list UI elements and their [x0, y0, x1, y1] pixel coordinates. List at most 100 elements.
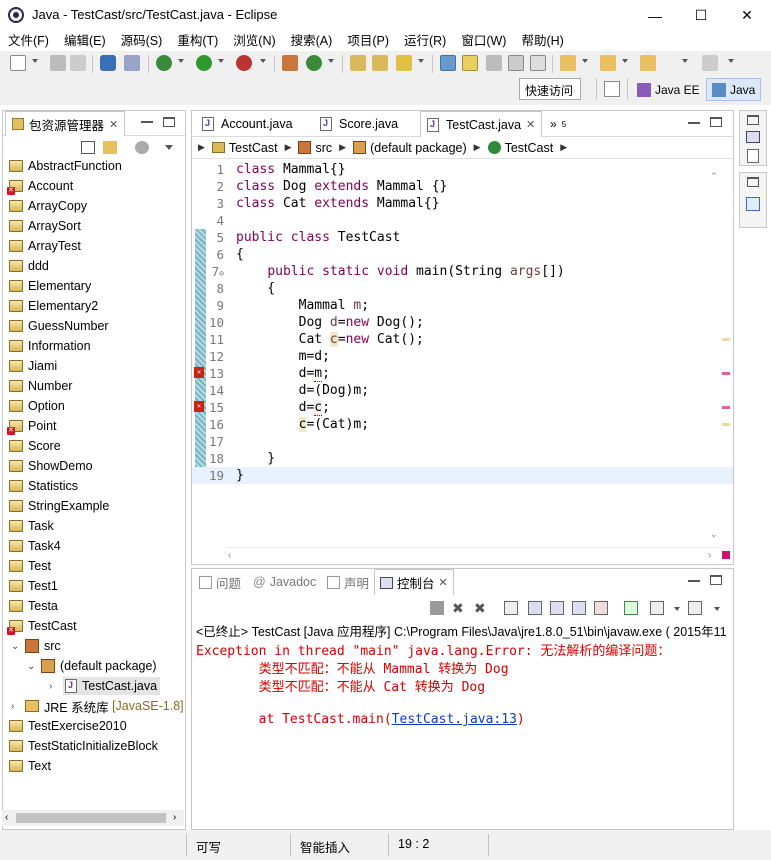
remove-launch-icon[interactable]: ✖ — [452, 601, 466, 615]
toggle-highlight-icon[interactable] — [462, 55, 478, 71]
code-area[interactable]: 1 class Mammal{} 2 class Dog extends Mamma… — [192, 161, 733, 484]
tab-package-explorer[interactable]: 包资源管理器 ✕ — [5, 111, 126, 136]
tree-item-jre[interactable]: › JRE 系统库 [JavaSE-1.8] — [3, 696, 187, 716]
project-item[interactable]: ✕ Point — [3, 416, 187, 436]
menu-refactor[interactable]: 重构(T) — [169, 31, 225, 51]
outline-icon[interactable] — [746, 197, 760, 211]
minimize-view-icon[interactable] — [141, 121, 153, 123]
project-item[interactable]: Score — [3, 436, 187, 456]
minimize-console-icon[interactable] — [688, 580, 700, 582]
project-item[interactable]: Testa — [3, 596, 187, 616]
tab-declaration[interactable]: 声明 — [322, 569, 374, 595]
open-type-icon[interactable] — [350, 55, 366, 71]
tab-account-java[interactable]: Account.java — [196, 111, 299, 137]
close-tab-icon[interactable]: ✕ — [526, 118, 535, 131]
scroll-left-icon[interactable]: ‹ — [5, 813, 8, 823]
word-wrap-icon[interactable] — [550, 601, 564, 615]
chevron-down-icon[interactable]: ⌄ — [27, 661, 37, 672]
search-icon[interactable] — [396, 55, 412, 71]
tab-score-java[interactable]: Score.java — [314, 111, 404, 137]
new-icon[interactable] — [10, 55, 26, 71]
project-item[interactable]: ShowDemo — [3, 456, 187, 476]
minimize-editor-icon[interactable] — [688, 122, 700, 124]
tab-testcast-java[interactable]: TestCast.java ✕ — [420, 111, 543, 137]
close-tab-icon[interactable]: ✕ — [439, 576, 448, 589]
toggle-mark-occurrences-icon[interactable] — [440, 55, 456, 71]
show-whitespace-icon[interactable] — [530, 55, 546, 71]
menu-window[interactable]: 窗口(W) — [453, 31, 513, 51]
restore-view-icon[interactable] — [747, 177, 759, 187]
external-tools-icon[interactable] — [236, 55, 252, 71]
open-perspective-icon[interactable] — [604, 81, 620, 97]
project-item[interactable]: Jiami — [3, 356, 187, 376]
project-item[interactable]: Option — [3, 396, 187, 416]
project-item[interactable]: Number — [3, 376, 187, 396]
scroll-lock-icon[interactable] — [528, 601, 542, 615]
menu-source[interactable]: 源码(S) — [113, 31, 170, 51]
project-item[interactable]: Task4 — [3, 536, 187, 556]
overview-occurrence-mark[interactable] — [722, 338, 730, 341]
maximize-editor-icon[interactable] — [710, 117, 722, 127]
remove-all-icon[interactable]: ✖ — [474, 601, 488, 615]
overview-error-mark[interactable] — [722, 372, 730, 375]
project-item[interactable]: Test1 — [3, 576, 187, 596]
last-edit-icon[interactable] — [560, 55, 576, 71]
project-item[interactable]: AbstractFunction — [3, 156, 187, 176]
menu-project[interactable]: 项目(P) — [339, 31, 396, 51]
clear-console-icon[interactable] — [504, 601, 518, 615]
minimize-button[interactable]: — — [632, 0, 678, 31]
show-on-error-icon[interactable] — [594, 601, 608, 615]
new-package-icon[interactable] — [282, 55, 298, 71]
project-item[interactable]: Text — [3, 756, 187, 776]
show-on-output-icon[interactable] — [572, 601, 586, 615]
menu-navigate[interactable]: 浏览(N) — [225, 31, 282, 51]
menu-run[interactable]: 运行(R) — [396, 31, 453, 51]
breadcrumb-project[interactable]: TestCast — [229, 141, 278, 155]
terminal-icon[interactable] — [100, 55, 116, 71]
link-with-editor-icon[interactable] — [103, 141, 117, 154]
back-arrow-icon[interactable] — [640, 55, 656, 71]
forward-arrow-icon[interactable] — [702, 55, 718, 71]
chevron-down-icon[interactable]: ⌄ — [11, 641, 21, 652]
view-menu-filter-icon[interactable] — [135, 141, 149, 154]
new-class-icon[interactable] — [306, 55, 322, 71]
maximize-console-icon[interactable] — [710, 575, 722, 585]
scroll-up-icon[interactable]: ⌃ — [710, 171, 718, 182]
editor-tab-overflow-button[interactable]: » 5 — [544, 111, 572, 137]
save-icon[interactable] — [50, 55, 66, 71]
terminate-icon[interactable] — [430, 601, 444, 615]
scroll-down-icon[interactable]: ⌄ — [710, 529, 718, 540]
stacktrace-link[interactable]: TestCast.java:13 — [392, 712, 517, 727]
overview-occurrence-mark[interactable] — [722, 423, 730, 426]
menu-file[interactable]: 文件(F) — [0, 31, 56, 51]
project-item[interactable]: Information — [3, 336, 187, 356]
scrollbar-thumb[interactable] — [16, 813, 166, 823]
close-button[interactable]: ✕ — [724, 0, 770, 31]
project-item[interactable]: Elementary2 — [3, 296, 187, 316]
tab-javadoc[interactable]: @ Javadoc — [248, 569, 321, 595]
project-item[interactable]: GuessNumber — [3, 316, 187, 336]
overview-error-summary[interactable] — [722, 551, 730, 559]
breadcrumb-src[interactable]: src — [315, 141, 332, 155]
quick-access-input[interactable]: 快速访问 — [519, 78, 581, 100]
block-selection-icon[interactable] — [508, 55, 524, 71]
maximize-button[interactable]: ☐ — [678, 0, 724, 31]
tree-item-default-package[interactable]: ⌄ (default package) — [3, 656, 187, 676]
tab-console[interactable]: 控制台 ✕ — [374, 569, 454, 595]
project-item[interactable]: ArrayCopy — [3, 196, 187, 216]
project-item[interactable]: ddd — [3, 256, 187, 276]
tab-problems[interactable]: 问题 — [194, 569, 246, 595]
new-dropdown-icon[interactable] — [32, 59, 38, 63]
menu-edit[interactable]: 编辑(E) — [56, 31, 113, 51]
skip-breakpoints-icon[interactable] — [124, 55, 140, 71]
chevron-right-icon[interactable]: › — [49, 681, 59, 692]
project-item[interactable]: ✕ TestCast — [3, 616, 187, 636]
maximize-view-icon[interactable] — [163, 117, 175, 127]
error-marker-icon[interactable]: ✕ — [194, 401, 204, 412]
close-tab-icon[interactable]: ✕ — [109, 118, 118, 131]
project-item[interactable]: Elementary — [3, 276, 187, 296]
display-selected-console-icon[interactable] — [650, 601, 664, 615]
open-folder-icon[interactable] — [372, 55, 388, 71]
restore-view-icon[interactable] — [747, 115, 759, 125]
project-item[interactable]: Statistics — [3, 476, 187, 496]
